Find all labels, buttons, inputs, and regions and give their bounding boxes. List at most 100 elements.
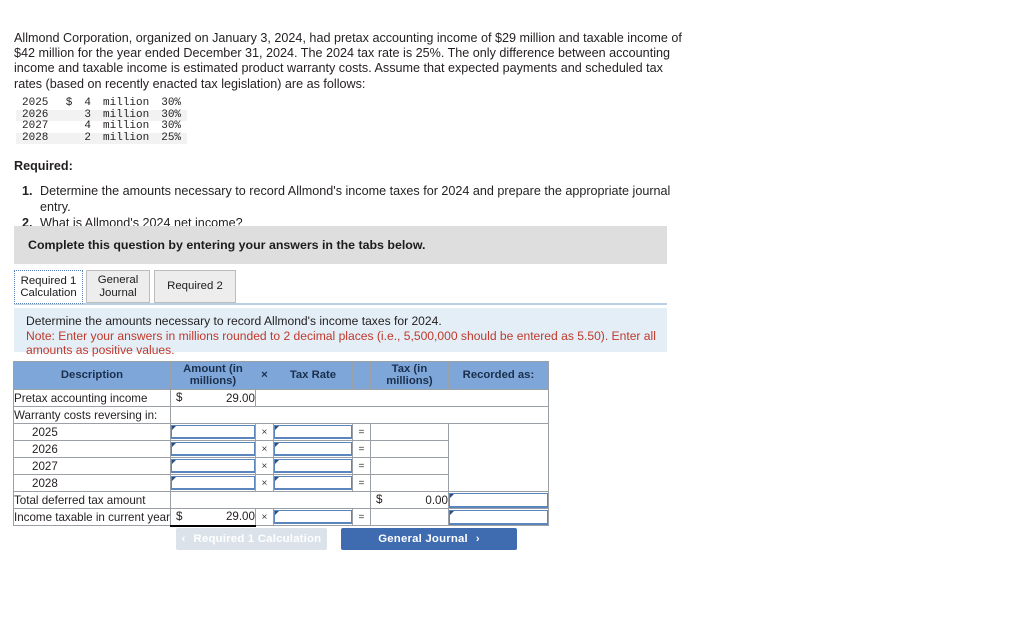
tax-rate-input-2025[interactable] xyxy=(273,425,352,439)
equals-operator: = xyxy=(351,508,371,526)
instruction-note: Note: Enter your answers in millions rou… xyxy=(26,328,656,358)
currency-symbol: $ xyxy=(175,510,183,523)
tab-label-line1: General xyxy=(97,274,139,286)
table-header-row: Description Amount (in millions) × Tax R… xyxy=(13,361,549,390)
problem-statement: Allmond Corporation, organized on Januar… xyxy=(14,31,682,91)
tax-value-current-year xyxy=(369,508,449,526)
tax-schedule-body: 2025 $ 4 million 30% 2026 3 million 30% … xyxy=(16,97,188,145)
tab-underline xyxy=(14,303,667,305)
column-header-amount: Amount (in millions) xyxy=(169,361,256,390)
tax-value-2025 xyxy=(369,423,449,441)
total-deferred-tax-value: 0.00 xyxy=(425,493,448,507)
amount-input-2028-cell xyxy=(169,474,256,492)
next-tab-label: General Journal xyxy=(378,533,468,545)
column-header-recorded-as: Recorded as: xyxy=(447,361,549,390)
tab-required-1-calculation[interactable]: Required 1 Calculation xyxy=(14,270,83,304)
table-row-pretax-accounting-income: Pretax accounting income $ 29.00 xyxy=(13,389,549,407)
column-header-tax: Tax (in millions) xyxy=(369,361,449,390)
total-deferred-tax-value-cell: $ 0.00 xyxy=(369,491,449,509)
tab-label-line1: Required 2 xyxy=(167,280,223,293)
tax-value-2028 xyxy=(369,474,449,492)
requirement-text: Determine the amounts necessary to recor… xyxy=(40,184,671,214)
banner-text: Complete this question by entering your … xyxy=(28,238,426,252)
equals-operator: = xyxy=(351,440,371,458)
amount-input-2026-cell xyxy=(169,440,256,458)
schedule-unit: million xyxy=(103,97,150,109)
tax-rate-input-2027-cell xyxy=(272,457,353,475)
warranty-header-empty-cells xyxy=(169,406,549,424)
currency-symbol: $ xyxy=(175,391,183,404)
column-header-description: Description xyxy=(13,361,171,390)
requirement-number: 1. xyxy=(22,184,33,198)
chevron-right-icon: › xyxy=(475,533,480,545)
schedule-amount: 2 xyxy=(84,131,92,144)
amount-input-2027-cell xyxy=(169,457,256,475)
tab-label-line2: Journal xyxy=(99,286,137,299)
tax-rate-input-2028[interactable] xyxy=(273,476,352,490)
pretax-empty-cells xyxy=(254,389,549,407)
schedule-year: 2028 xyxy=(22,131,49,144)
tax-schedule-table: 2025 $ 4 million 30% 2026 3 million 30% … xyxy=(16,97,188,145)
table-row-total-deferred-tax: Total deferred tax amount $ 0.00 xyxy=(13,491,549,509)
table-row-2025: 2025 × = xyxy=(13,423,549,492)
amount-value: 29.00 xyxy=(225,510,255,524)
tab-bar: Required 1 Calculation General Journal R… xyxy=(14,270,667,305)
recorded-as-total-cell xyxy=(447,491,549,509)
chevron-left-icon: ‹ xyxy=(181,533,186,545)
equals-operator: = xyxy=(351,457,371,475)
equals-operator: = xyxy=(351,474,371,492)
multiply-operator: × xyxy=(254,508,274,526)
total-deferred-empty-cells xyxy=(169,491,371,509)
tab-label-line2: Calculation xyxy=(20,287,77,299)
tax-rate-input-2027[interactable] xyxy=(273,459,352,473)
recorded-as-current-year-select[interactable] xyxy=(448,509,548,525)
list-item: 1. Determine the amounts necessary to re… xyxy=(14,183,674,215)
amount-input-2025[interactable] xyxy=(170,425,255,439)
instruction-panel: Determine the amounts necessary to recor… xyxy=(14,308,667,357)
table-row-income-taxable-current-year: Income taxable in current year $ 29.00 ×… xyxy=(13,508,549,527)
tax-calculation-table: Description Amount (in millions) × Tax R… xyxy=(13,361,549,527)
tab-general-journal[interactable]: General Journal xyxy=(86,270,150,303)
tax-rate-input-current-year-cell xyxy=(272,508,353,526)
recorded-as-current-year-cell xyxy=(447,508,549,526)
previous-tab-label: Required 1 Calculation xyxy=(193,533,322,545)
multiply-operator: × xyxy=(254,474,274,492)
schedule-currency xyxy=(54,121,78,133)
table-row: 2028 2 million 25% xyxy=(16,131,188,145)
column-header-equals xyxy=(351,361,371,390)
requirements-list: 1. Determine the amounts necessary to re… xyxy=(14,183,674,231)
schedule-rate: 25% xyxy=(161,131,182,144)
multiply-operator: × xyxy=(254,423,274,441)
amount-input-2027[interactable] xyxy=(170,459,255,473)
income-taxable-amount-cell: $ 29.00 xyxy=(169,508,256,527)
instructions-banner: Complete this question by entering your … xyxy=(14,226,667,264)
recorded-as-total-select[interactable] xyxy=(448,492,548,508)
tab-required-2[interactable]: Required 2 xyxy=(154,270,236,303)
schedule-currency: $ xyxy=(65,97,73,109)
row-label: 2028 xyxy=(13,474,171,492)
table-header: Description Amount (in millions) × Tax R… xyxy=(13,361,549,390)
column-header-times: × xyxy=(254,361,274,390)
tax-rate-input-2026[interactable] xyxy=(273,442,352,456)
row-label: Income taxable in current year xyxy=(13,508,171,526)
row-label: Warranty costs reversing in: xyxy=(13,406,171,424)
tax-rate-input-2026-cell xyxy=(272,440,353,458)
amount-input-2026[interactable] xyxy=(170,442,255,456)
schedule-amount: 4 xyxy=(84,97,92,109)
tax-rate-input-2028-cell xyxy=(272,474,353,492)
equals-operator: = xyxy=(351,423,371,441)
multiply-operator: × xyxy=(254,457,274,475)
pretax-amount-cell: $ 29.00 xyxy=(169,389,256,407)
schedule-rate: 30% xyxy=(161,97,182,109)
amount-input-2028[interactable] xyxy=(170,476,255,490)
table-row: 2025 $ 4 million 30% xyxy=(16,97,187,110)
tax-rate-input-2025-cell xyxy=(272,423,353,441)
row-label: Total deferred tax amount xyxy=(13,491,171,509)
tax-value-2027 xyxy=(369,457,449,475)
table-body: Pretax accounting income $ 29.00 Warrant… xyxy=(13,389,549,527)
tax-rate-input-current-year[interactable] xyxy=(273,510,352,524)
tax-value-2026 xyxy=(369,440,449,458)
schedule-unit: million xyxy=(103,131,150,144)
previous-tab-button[interactable]: ‹ Required 1 Calculation xyxy=(176,528,327,550)
next-tab-button[interactable]: General Journal › xyxy=(341,528,517,550)
